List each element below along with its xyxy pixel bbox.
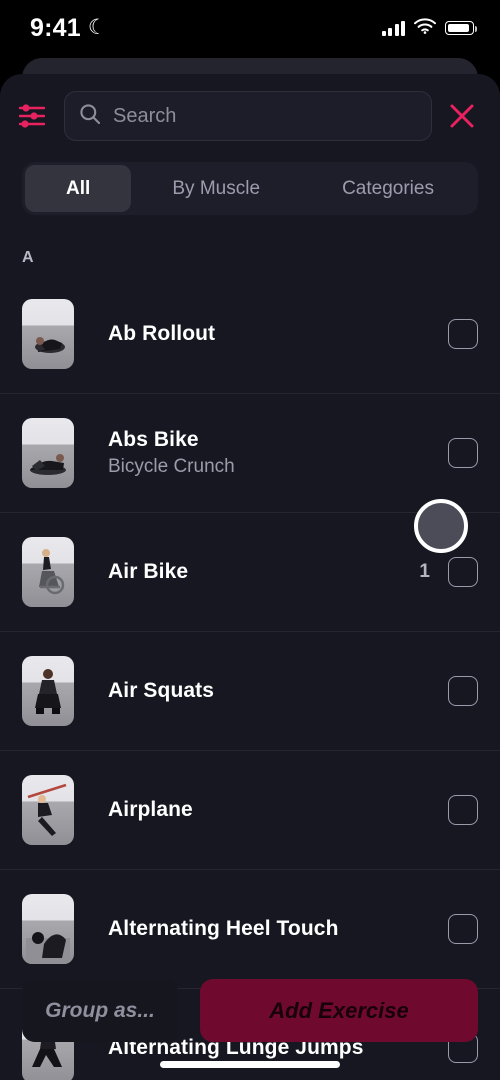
- row-text: Abs Bike Bicycle Crunch: [74, 428, 448, 478]
- exercise-thumbnail: [22, 299, 74, 369]
- status-bar-left: 9:41 ☾: [30, 14, 107, 43]
- exercise-thumbnail: [22, 537, 74, 607]
- row-text: Ab Rollout: [74, 322, 448, 346]
- exercise-count: 1: [419, 561, 430, 582]
- exercise-checkbox[interactable]: [448, 557, 478, 587]
- status-time: 9:41: [30, 13, 81, 42]
- group-as-button[interactable]: Group as...: [22, 979, 178, 1042]
- exercise-title: Airplane: [108, 798, 193, 821]
- wifi-icon: [414, 17, 436, 39]
- tab-by-muscle[interactable]: By Muscle: [131, 165, 301, 212]
- table-row[interactable]: Alternating Heel Touch: [0, 870, 500, 989]
- exercise-checkbox[interactable]: [448, 319, 478, 349]
- status-bar: 9:41 ☾: [0, 0, 500, 56]
- row-text: Alternating Heel Touch: [74, 917, 448, 941]
- exercise-picker-screen: 9:41 ☾ Search All By Muscle Categories A…: [0, 0, 500, 1080]
- exercise-title: Abs Bike: [108, 428, 199, 451]
- exercise-title: Air Squats: [108, 679, 215, 702]
- exercise-thumbnail: [22, 656, 74, 726]
- search-icon: [79, 103, 101, 130]
- cellular-signal-icon: [381, 20, 405, 36]
- tab-bar-container: All By Muscle Categories: [0, 146, 500, 215]
- row-text: Air Bike: [74, 560, 419, 584]
- exercise-checkbox[interactable]: [448, 676, 478, 706]
- close-x-icon[interactable]: [440, 92, 484, 140]
- exercise-title: Ab Rollout: [108, 322, 216, 345]
- exercise-checkbox[interactable]: [448, 795, 478, 825]
- exercise-thumbnail: [22, 894, 74, 964]
- exercise-thumbnail: [22, 775, 74, 845]
- exercise-title: Alternating Heel Touch: [108, 917, 339, 940]
- crescent-moon-icon: ☾: [87, 15, 107, 39]
- tab-categories[interactable]: Categories: [301, 165, 475, 212]
- table-row[interactable]: Air Squats: [0, 632, 500, 751]
- bottom-action-bar: Group as... Add Exercise: [0, 979, 500, 1042]
- exercise-thumbnail: [22, 418, 74, 488]
- home-indicator: [160, 1061, 340, 1068]
- touch-indicator: [414, 499, 468, 553]
- table-row[interactable]: Ab Rollout: [0, 275, 500, 394]
- table-row[interactable]: Airplane: [0, 751, 500, 870]
- exercise-checkbox[interactable]: [448, 914, 478, 944]
- add-exercise-button[interactable]: Add Exercise: [200, 979, 478, 1042]
- battery-icon: [445, 21, 477, 35]
- status-bar-right: [381, 17, 477, 39]
- search-field[interactable]: [64, 91, 432, 141]
- exercise-checkbox[interactable]: [448, 438, 478, 468]
- exercise-subtitle: Bicycle Crunch: [108, 456, 235, 477]
- segmented-tab-bar: All By Muscle Categories: [22, 162, 478, 215]
- search-row: [0, 74, 500, 146]
- table-row[interactable]: Abs Bike Bicycle Crunch: [0, 394, 500, 513]
- exercise-title: Air Bike: [108, 560, 189, 583]
- section-header-letter: A: [22, 249, 34, 266]
- exercise-picker-sheet: All By Muscle Categories A: [0, 74, 500, 1080]
- row-text: Air Squats: [74, 679, 448, 703]
- tab-all[interactable]: All: [25, 165, 132, 212]
- filter-sliders-icon[interactable]: [8, 92, 56, 140]
- row-text: Airplane: [74, 798, 448, 822]
- search-input[interactable]: [113, 104, 417, 128]
- exercise-list: Ab Rollout Abs Bike Bicycle Crunch Air B…: [0, 275, 500, 1080]
